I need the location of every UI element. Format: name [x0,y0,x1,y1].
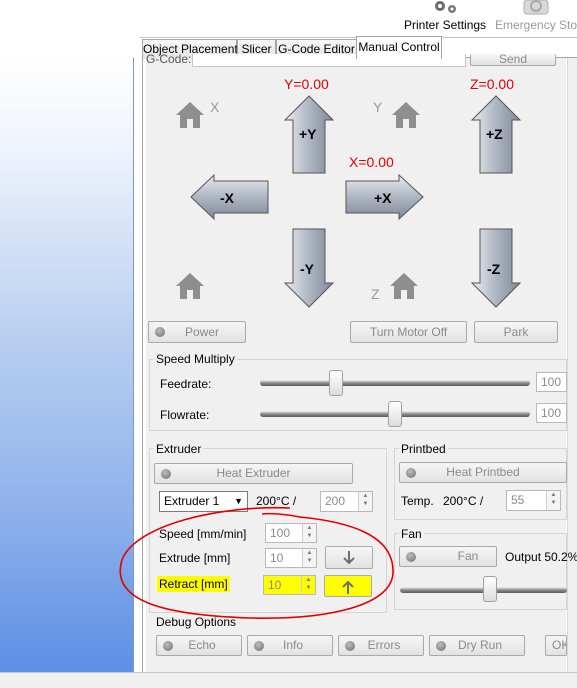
red-annotation-circle [119,506,394,619]
bottom-status-strip [0,672,577,688]
tab-manual-control[interactable]: Manual Control [356,36,442,59]
